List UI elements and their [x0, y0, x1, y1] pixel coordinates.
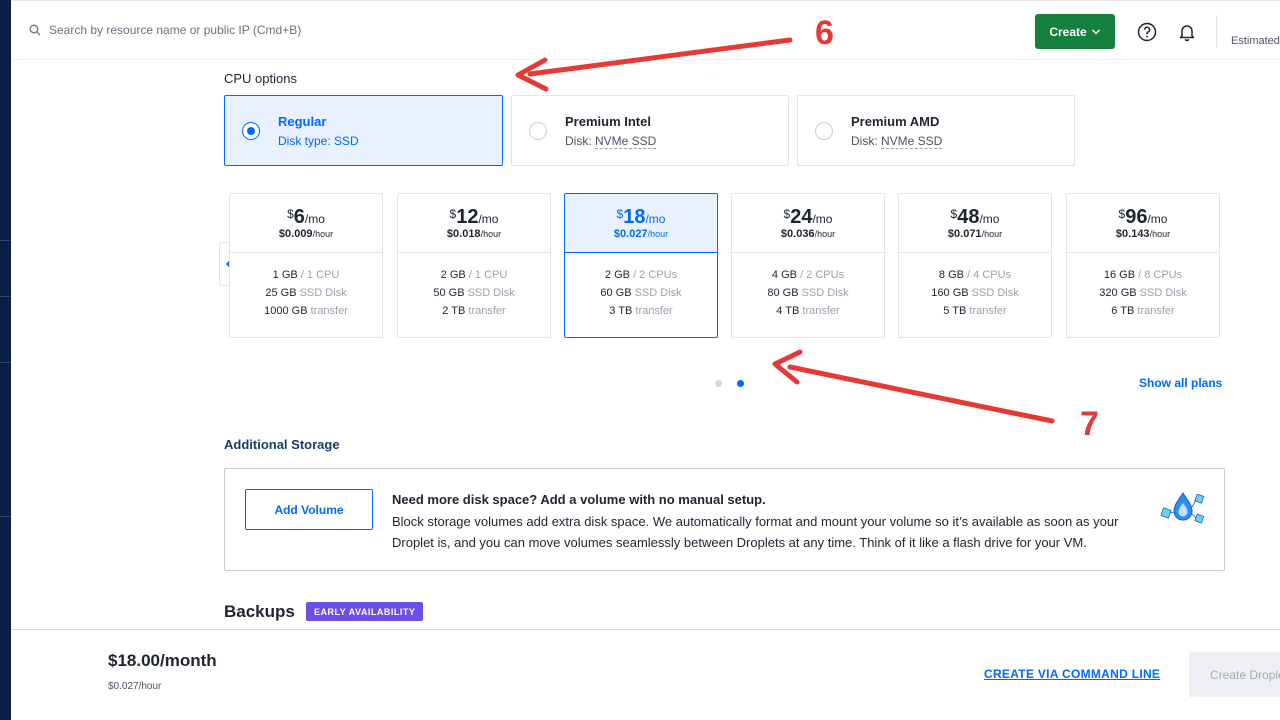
- plan-transfer: 4 TB transfer: [776, 305, 840, 317]
- search-placeholder: Search by resource name or public IP (Cm…: [49, 23, 302, 37]
- cpu-option-premium-intel[interactable]: Premium Intel Disk: NVMe SSD: [511, 95, 789, 166]
- create-via-command-line-link[interactable]: CREATE VIA COMMAND LINE: [984, 667, 1160, 681]
- plan-disk: 160 GB SSD Disk: [931, 287, 1019, 299]
- plan-disk: 60 GB SSD Disk: [600, 287, 682, 299]
- plan-hourly-price: $0.143/hour: [1115, 228, 1171, 240]
- cpu-option-name: Premium AMD: [851, 114, 940, 129]
- plan-specs: 2 GB / 1 CPU 50 GB SSD Disk 2 TB transfer: [398, 253, 550, 320]
- plan-monthly-price: $96/mo: [1118, 206, 1168, 228]
- plan-specs: 16 GB / 8 CPUs 320 GB SSD Disk 6 TB transf…: [1067, 253, 1219, 320]
- rail-divider: [0, 516, 11, 517]
- plan-hourly-price: $0.018/hour: [446, 228, 502, 240]
- radio-selected[interactable]: [242, 122, 260, 140]
- plan-hourly-price: $0.009/hour: [278, 228, 334, 240]
- plan-card-12[interactable]: $12/mo $0.018/hour 2 GB / 1 CPU 50 GB SSD D…: [397, 193, 551, 338]
- radio-unselected[interactable]: [815, 122, 833, 140]
- cpu-option-disk: Disk type: SSD: [278, 134, 359, 148]
- plan-card-24[interactable]: $24/mo $0.036/hour 4 GB / 2 CPUs 80 GB SSD …: [731, 193, 885, 338]
- pagination-dot-2-active[interactable]: [737, 380, 744, 387]
- topbar-divider: [1216, 15, 1217, 47]
- search-icon: [29, 24, 41, 36]
- plan-disk: 25 GB SSD Disk: [265, 287, 347, 299]
- plan-price-header: $24/mo $0.036/hour: [732, 194, 884, 253]
- show-all-plans-link[interactable]: Show all plans: [1139, 376, 1222, 390]
- plan-hourly-price: $0.027/hour: [613, 228, 669, 240]
- hourly-price: $0.027/hour: [108, 681, 162, 692]
- annotation-number-7: 7: [1080, 405, 1099, 443]
- chevron-down-icon: [1091, 28, 1100, 35]
- plan-transfer: 6 TB transfer: [1111, 305, 1175, 317]
- cpu-option-name: Premium Intel: [565, 114, 651, 129]
- plan-disk: 80 GB SSD Disk: [767, 287, 849, 299]
- plan-hourly-price: $0.036/hour: [780, 228, 836, 240]
- plan-monthly-price: $6/mo: [287, 206, 325, 228]
- plan-memory-cpu: 16 GB / 8 CPUs: [1103, 269, 1183, 281]
- plan-price-header: $12/mo $0.018/hour: [398, 194, 550, 253]
- early-availability-badge: EARLY AVAILABILITY: [306, 602, 424, 621]
- create-button[interactable]: Create: [1035, 14, 1115, 49]
- plan-monthly-price: $48/mo: [950, 206, 1000, 228]
- bell-icon[interactable]: [1177, 22, 1197, 42]
- plan-price-header: $96/mo $0.143/hour: [1067, 194, 1219, 253]
- rail-divider: [0, 362, 11, 363]
- volume-cubes-icon: [1161, 492, 1205, 524]
- create-droplet-button[interactable]: Create Droplet: [1189, 652, 1280, 697]
- plan-disk: 320 GB SSD Disk: [1099, 287, 1187, 299]
- additional-storage-title: Additional Storage: [224, 437, 340, 452]
- cpu-option-disk: Disk: NVMe SSD: [851, 134, 943, 149]
- plan-memory-cpu: 2 GB / 2 CPUs: [604, 269, 678, 281]
- search-input[interactable]: Search by resource name or public IP (Cm…: [29, 23, 301, 37]
- create-button-label: Create: [1049, 24, 1087, 39]
- storage-heading: Need more disk space? Add a volume with …: [392, 492, 766, 507]
- plan-disk: 50 GB SSD Disk: [433, 287, 515, 299]
- storage-description: Block storage volumes add extra disk spa…: [392, 514, 1119, 550]
- plan-card-96[interactable]: $96/mo $0.143/hour 16 GB / 8 CPUs 320 GB SS…: [1066, 193, 1220, 338]
- plan-transfer: 5 TB transfer: [943, 305, 1007, 317]
- plan-specs: 8 GB / 4 CPUs 160 GB SSD Disk 5 TB transfe…: [899, 253, 1051, 320]
- cpu-option-name: Regular: [278, 114, 327, 129]
- cpu-option-disk: Disk: NVMe SSD: [565, 134, 657, 149]
- plan-monthly-price: $24/mo: [783, 206, 833, 228]
- cpu-options-title: CPU options: [224, 71, 297, 86]
- plan-monthly-price: $18/mo: [616, 206, 666, 228]
- backups-title: Backups: [224, 602, 295, 621]
- plan-price-header: $18/mo $0.027/hour: [565, 194, 717, 253]
- plan-card-18[interactable]: $18/mo $0.027/hour 2 GB / 2 CPUs 60 GB SSD …: [564, 193, 718, 338]
- plan-hourly-price: $0.071/hour: [947, 228, 1003, 240]
- radio-unselected[interactable]: [529, 122, 547, 140]
- plan-memory-cpu: 8 GB / 4 CPUs: [938, 269, 1012, 281]
- top-bar: Search by resource name or public IP (Cm…: [11, 0, 1280, 60]
- monthly-price: $18.00/month: [108, 651, 217, 670]
- plan-memory-cpu: 4 GB / 2 CPUs: [771, 269, 845, 281]
- plan-transfer: 3 TB transfer: [609, 305, 673, 317]
- plan-price-header: $48/mo $0.071/hour: [899, 194, 1051, 253]
- summary-footer: $18.00/month $0.027/hour CREATE VIA COMM…: [11, 629, 1280, 720]
- left-nav-rail: [0, 0, 11, 720]
- help-icon[interactable]: [1137, 22, 1157, 42]
- annotation-number-6: 6: [815, 14, 834, 52]
- plan-memory-cpu: 2 GB / 1 CPU: [440, 269, 508, 281]
- additional-storage-panel: Add Volume Need more disk space? Add a v…: [224, 468, 1225, 571]
- plan-specs: 2 GB / 2 CPUs 60 GB SSD Disk 3 TB transfer: [565, 253, 717, 320]
- cpu-option-regular[interactable]: Regular Disk type: SSD: [224, 95, 503, 166]
- plan-specs: 4 GB / 2 CPUs 80 GB SSD Disk 4 TB transfer: [732, 253, 884, 320]
- annotation-arrow-7: [772, 349, 1055, 424]
- plan-card-48[interactable]: $48/mo $0.071/hour 8 GB / 4 CPUs 160 GB SSD…: [898, 193, 1052, 338]
- pagination-dot-1[interactable]: [715, 380, 722, 387]
- plan-memory-cpu: 1 GB / 1 CPU: [272, 269, 340, 281]
- rail-divider: [0, 296, 11, 297]
- rail-divider: [0, 240, 11, 241]
- plan-monthly-price: $12/mo: [449, 206, 499, 228]
- plan-transfer: 2 TB transfer: [442, 305, 506, 317]
- plan-price-header: $6/mo $0.009/hour: [230, 194, 382, 253]
- add-volume-button[interactable]: Add Volume: [245, 489, 373, 530]
- plan-transfer: 1000 GB transfer: [264, 305, 348, 317]
- plan-card-6[interactable]: $6/mo $0.009/hour 1 GB / 1 CPU 25 GB SSD Di…: [229, 193, 383, 338]
- cpu-option-premium-amd[interactable]: Premium AMD Disk: NVMe SSD: [797, 95, 1075, 166]
- plan-specs: 1 GB / 1 CPU 25 GB SSD Disk 1000 GB transf…: [230, 253, 382, 320]
- estimated-cost-label: Estimated: [1231, 35, 1280, 47]
